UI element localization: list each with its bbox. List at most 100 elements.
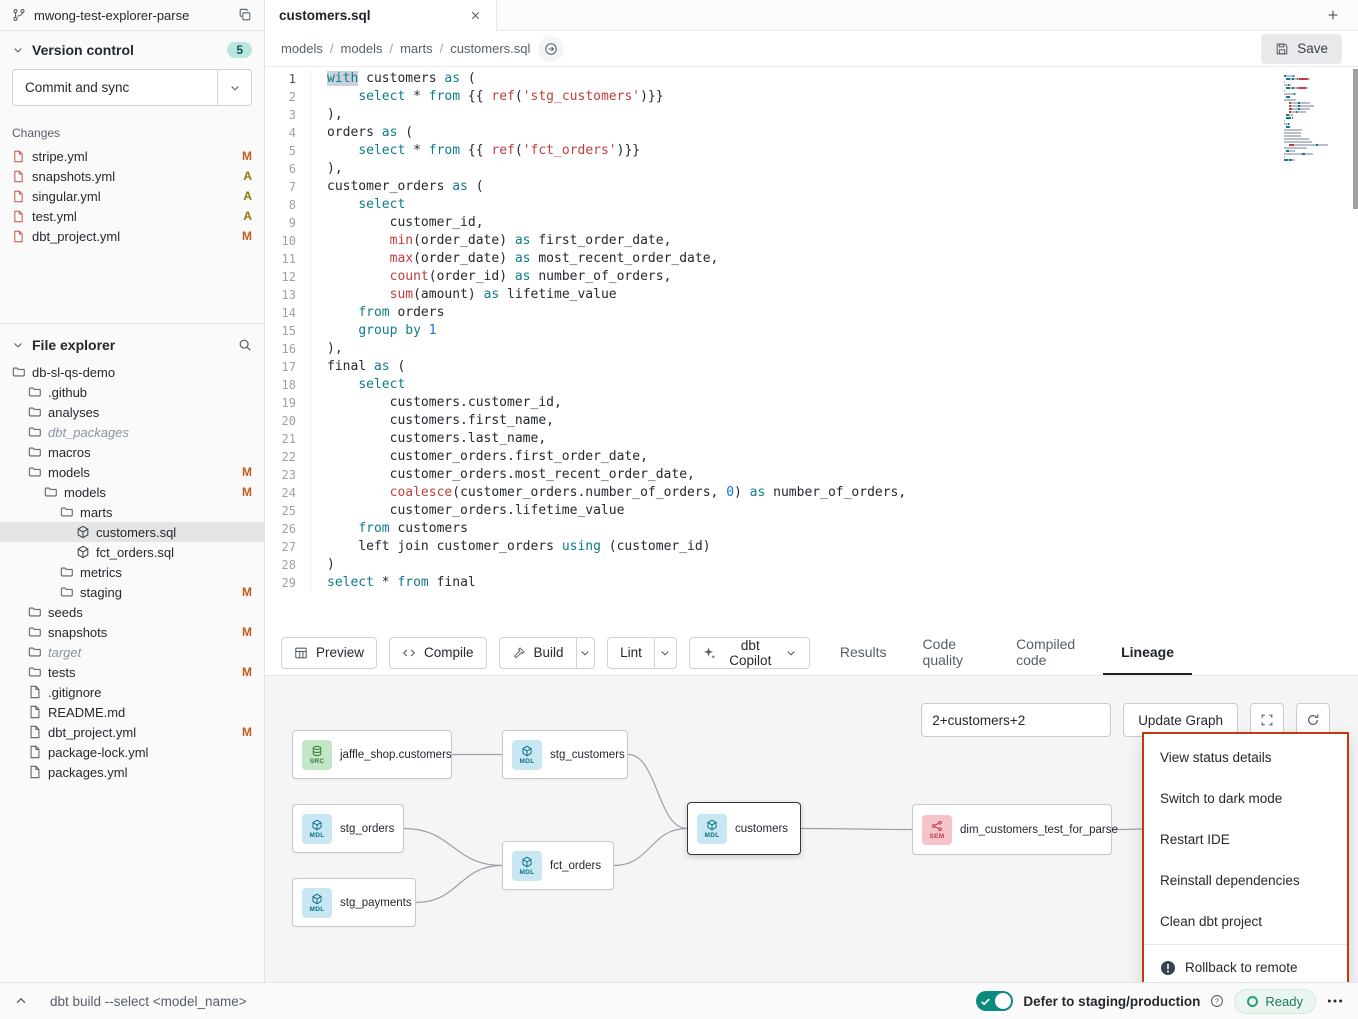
lineage-node-jaffle-shop-customers[interactable]: SRCjaffle_shop.customers <box>292 730 452 779</box>
tab-compiled-code[interactable]: Compiled code <box>998 630 1103 675</box>
file-icon <box>28 725 42 739</box>
lint-button[interactable]: Lint <box>608 638 654 668</box>
minimap[interactable] <box>1284 75 1342 162</box>
version-control-header[interactable]: Version control 5 <box>0 31 264 67</box>
tab-customers-sql[interactable]: customers.sql <box>265 0 497 31</box>
minimap-line <box>1284 126 1342 128</box>
lint-options-button[interactable] <box>654 638 676 668</box>
copy-branch-icon[interactable] <box>238 8 252 22</box>
folder-icon <box>28 425 42 439</box>
tree-item-customers-sql[interactable]: customers.sql <box>0 522 264 542</box>
mdl-badge-icon: MDL <box>302 814 332 844</box>
line-number: 12 <box>265 268 311 286</box>
menu-item-restart-ide[interactable]: Restart IDE <box>1144 819 1347 860</box>
changed-file-snapshots-yml[interactable]: snapshots.ymlA <box>0 166 264 186</box>
tree-item-readme-md[interactable]: README.md <box>0 702 264 722</box>
changed-file-dbt-project-yml[interactable]: dbt_project.ymlM <box>0 226 264 246</box>
tree-item-github[interactable]: .github <box>0 382 264 402</box>
lineage-node-fct-orders[interactable]: MDLfct_orders <box>502 841 614 890</box>
breadcrumb-action-button[interactable] <box>538 36 564 62</box>
git-status-M: M <box>242 465 252 479</box>
more-options-button[interactable] <box>1326 992 1344 1010</box>
dbt-copilot-button[interactable]: dbt Copilot <box>689 637 810 669</box>
menu-item-clean-dbt-project[interactable]: Clean dbt project <box>1144 901 1347 942</box>
tree-item-macros[interactable]: macros <box>0 442 264 462</box>
tree-item-gitignore[interactable]: .gitignore <box>0 682 264 702</box>
menu-item-switch-to-dark-mode[interactable]: Switch to dark mode <box>1144 778 1347 819</box>
lineage-node-dim-customers-test-for-parse[interactable]: SEMdim_customers_test_for_parse <box>912 804 1112 855</box>
minimap-line <box>1284 99 1342 101</box>
code-text: customers.first_name, <box>311 412 554 430</box>
breadcrumb-marts[interactable]: marts <box>400 41 433 56</box>
model-icon <box>76 545 90 559</box>
breadcrumb-customers-sql[interactable]: customers.sql <box>450 41 530 56</box>
tree-item-analyses[interactable]: analyses <box>0 402 264 422</box>
branch-row[interactable]: mwong-test-explorer-parse <box>0 0 264 31</box>
code-text: min(order_date) as first_order_date, <box>311 232 671 250</box>
commit-options-button[interactable] <box>217 70 251 105</box>
minimap-line <box>1284 117 1342 119</box>
line-number: 9 <box>265 214 311 232</box>
dbt-ide-app: mwong-test-explorer-parse Version contro… <box>0 0 1358 1019</box>
tree-item-db-sl-qs-demo[interactable]: db-sl-qs-demo <box>0 362 264 382</box>
chevron-up-icon[interactable] <box>14 994 28 1008</box>
tab-code-quality[interactable]: Code quality <box>905 630 999 675</box>
tree-item-tests[interactable]: testsM <box>0 662 264 682</box>
code-editor[interactable]: 1with customers as (2 select * from {{ r… <box>265 67 1358 630</box>
tree-item-models[interactable]: modelsM <box>0 482 264 502</box>
chevron-down-icon <box>229 82 241 94</box>
compile-button[interactable]: Compile <box>389 637 487 669</box>
breadcrumb-separator: / <box>440 41 444 56</box>
tree-item-metrics[interactable]: metrics <box>0 562 264 582</box>
new-tab-button[interactable] <box>1308 0 1358 30</box>
tree-item-staging[interactable]: stagingM <box>0 582 264 602</box>
close-icon[interactable] <box>469 9 482 22</box>
tree-item-dbt-packages[interactable]: dbt_packages <box>0 422 264 442</box>
editor-scrollbar[interactable] <box>1353 69 1358 209</box>
lineage-node-stg-orders[interactable]: MDLstg_orders <box>292 804 404 853</box>
preview-button[interactable]: Preview <box>281 637 377 669</box>
lineage-node-stg-customers[interactable]: MDLstg_customers <box>502 730 628 779</box>
lint-label: Lint <box>620 645 642 660</box>
tree-item-fct-orders-sql[interactable]: fct_orders.sql <box>0 542 264 562</box>
tree-item-models[interactable]: modelsM <box>0 462 264 482</box>
lineage-node-stg-payments[interactable]: MDLstg_payments <box>292 878 416 927</box>
changed-file-test-yml[interactable]: test.ymlA <box>0 206 264 226</box>
tree-item-marts[interactable]: marts <box>0 502 264 522</box>
menu-item-view-status-details[interactable]: View status details <box>1144 737 1347 778</box>
lineage-selector-input[interactable] <box>921 703 1111 737</box>
breadcrumb-models[interactable]: models <box>341 41 383 56</box>
lineage-node-customers[interactable]: MDLcustomers <box>687 802 801 855</box>
tree-item-dbt-project-yml[interactable]: dbt_project.ymlM <box>0 722 264 742</box>
tab-lineage[interactable]: Lineage <box>1103 630 1192 675</box>
help-icon[interactable]: ? <box>1210 994 1224 1008</box>
save-icon <box>1275 42 1289 56</box>
file-name: analyses <box>48 405 99 420</box>
tree-item-seeds[interactable]: seeds <box>0 602 264 622</box>
tree-item-package-lock-yml[interactable]: package-lock.yml <box>0 742 264 762</box>
minimap-line <box>1284 156 1342 158</box>
command-input[interactable]: dbt build --select <model_name> <box>50 994 247 1009</box>
folder-icon <box>28 465 42 479</box>
plus-icon <box>1326 8 1340 22</box>
changed-file-stripe-yml[interactable]: stripe.ymlM <box>0 146 264 166</box>
tree-item-packages-yml[interactable]: packages.yml <box>0 762 264 782</box>
menu-item-rollback-to-remote[interactable]: Rollback to remote <box>1144 947 1347 982</box>
defer-toggle[interactable] <box>976 991 1013 1011</box>
search-icon[interactable] <box>238 338 252 352</box>
minimap-line <box>1284 87 1342 89</box>
menu-item-reinstall-dependencies[interactable]: Reinstall dependencies <box>1144 860 1347 901</box>
mdl-badge-icon: MDL <box>512 740 542 770</box>
build-split-button: Build <box>499 637 596 669</box>
build-button[interactable]: Build <box>500 638 576 668</box>
changed-file-singular-yml[interactable]: singular.ymlA <box>0 186 264 206</box>
tab-results[interactable]: Results <box>822 630 905 675</box>
commit-and-sync-button[interactable]: Commit and sync <box>13 70 217 105</box>
build-options-button[interactable] <box>576 638 595 668</box>
file-explorer-header[interactable]: File explorer <box>0 326 264 362</box>
tree-item-snapshots[interactable]: snapshotsM <box>0 622 264 642</box>
tree-item-target[interactable]: target <box>0 642 264 662</box>
status-badge[interactable]: Ready <box>1234 989 1316 1014</box>
breadcrumb-models[interactable]: models <box>281 41 323 56</box>
save-button[interactable]: Save <box>1261 34 1342 64</box>
